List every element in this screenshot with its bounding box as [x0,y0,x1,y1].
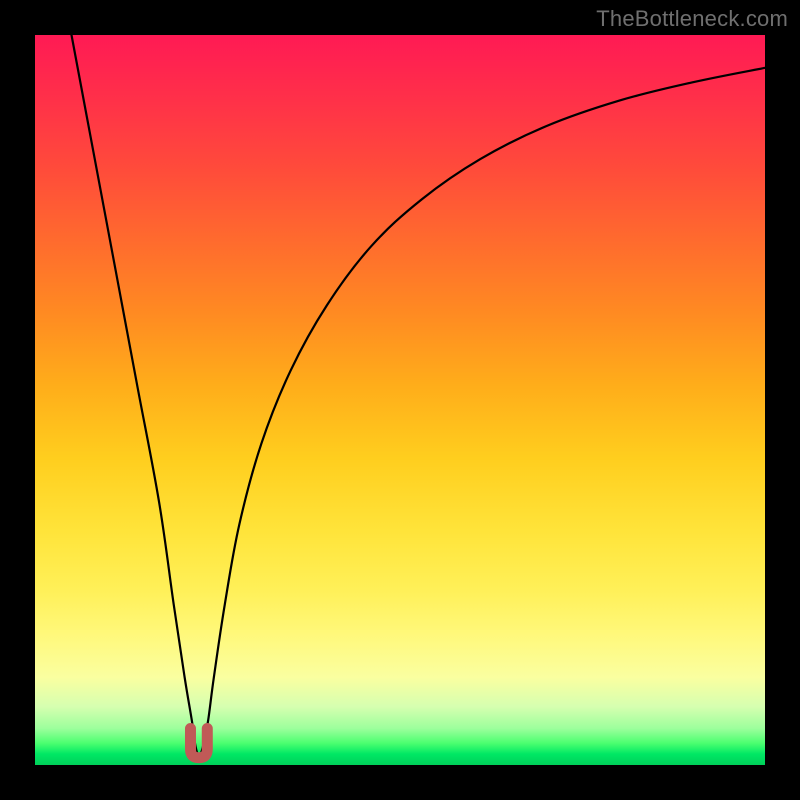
watermark-text: TheBottleneck.com [596,6,788,32]
chart-frame: TheBottleneck.com [0,0,800,800]
plot-area [35,35,765,765]
curve-path [72,35,766,756]
minimum-marker [190,729,207,758]
bottleneck-curve [35,35,765,765]
